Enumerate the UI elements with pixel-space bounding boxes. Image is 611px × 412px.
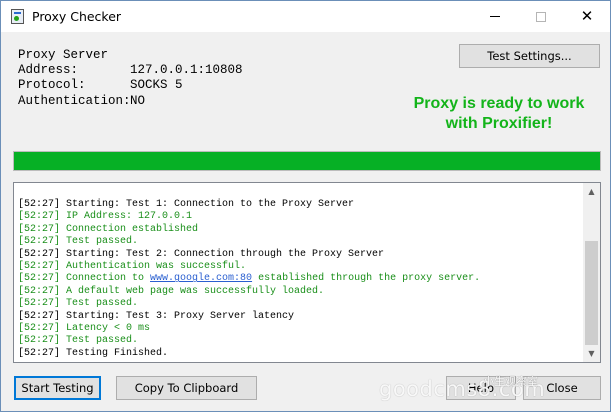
scroll-up-icon[interactable]: ▲ xyxy=(583,183,600,200)
address-label: Address: xyxy=(18,63,79,78)
status-message: Proxy is ready to work with Proxifier! xyxy=(399,94,599,134)
authentication-value: NO xyxy=(130,93,146,108)
status-line-2: with Proxifier! xyxy=(445,115,553,132)
log-line: [52:27] Latency < 0 ms xyxy=(18,323,578,335)
protocol-value: SOCKS 5 xyxy=(130,78,183,93)
status-line-1: Proxy is ready to work xyxy=(413,95,585,112)
vertical-scrollbar[interactable]: ▲ ▼ xyxy=(583,183,600,362)
progress-fill xyxy=(14,152,600,170)
log-text: [52:27] Starting: Test 1: Connection to … xyxy=(18,199,355,210)
authentication-row: Authentication: NO xyxy=(18,94,243,109)
log-text: [52:27] Latency < 0 ms xyxy=(18,322,151,334)
log-text: [52:27] Test passed. xyxy=(18,298,139,310)
log-line: [52:27] Testing Finished. xyxy=(18,348,578,360)
log-text: [52:27] Connection established xyxy=(18,223,199,235)
log-text: [52:27] A default web page was successfu… xyxy=(18,285,325,297)
start-testing-button[interactable]: Start Testing xyxy=(14,376,101,400)
log-line: [52:27] Test passed. xyxy=(18,298,578,310)
log-line: [52:27] Authentication was successful. xyxy=(18,261,578,273)
window-close-button[interactable]: ✕ xyxy=(564,1,610,32)
scroll-thumb[interactable] xyxy=(585,241,598,345)
log-line: [52:27] A default web page was successfu… xyxy=(18,286,578,298)
app-icon xyxy=(11,9,24,24)
log-text: [52:27] Testing Finished. xyxy=(18,347,169,359)
title-bar: Proxy Checker ✕ xyxy=(1,1,610,32)
log-text: [52:27] Authentication was successful. xyxy=(18,260,247,272)
log-line: [52:27] Test passed. xyxy=(18,335,578,347)
log-text: [52:27] Test passed. xyxy=(18,236,139,248)
log-panel[interactable]: [52:27] Starting: Test 1: Connection to … xyxy=(13,182,601,363)
log-line: [52:27] IP Address: 127.0.0.1 xyxy=(18,211,578,223)
maximize-button xyxy=(518,1,564,32)
log-lines: [52:27] Starting: Test 1: Connection to … xyxy=(18,199,578,360)
log-text-suffix: established through the proxy server. xyxy=(252,273,481,285)
minimize-button[interactable] xyxy=(472,1,518,32)
log-text: [52:27] Test passed. xyxy=(18,335,139,347)
window-title: Proxy Checker xyxy=(32,9,122,24)
log-text: [52:27] Starting: Test 2: Connection thr… xyxy=(18,248,385,260)
maximize-icon xyxy=(536,11,546,22)
authentication-label: Authentication: xyxy=(18,93,131,108)
close-icon: ✕ xyxy=(580,7,594,25)
log-line: [52:27] Starting: Test 1: Connection to … xyxy=(18,199,578,211)
address-value: 127.0.0.1:10808 xyxy=(130,63,243,78)
log-line: [52:27] Test passed. xyxy=(18,236,578,248)
log-line: [52:27] Starting: Test 2: Connection thr… xyxy=(18,249,578,261)
log-text: [52:27] Connection to xyxy=(18,273,151,285)
log-line: [52:27] Connection to www.google.com:80 … xyxy=(18,273,578,285)
log-link[interactable]: www.google.com:80 xyxy=(150,273,252,284)
protocol-row: Protocol: SOCKS 5 xyxy=(18,78,243,93)
progress-bar xyxy=(13,151,601,171)
minimize-icon xyxy=(490,16,500,17)
protocol-label: Protocol: xyxy=(18,78,86,93)
proxy-info-header: Proxy Server xyxy=(18,48,243,63)
log-line: [52:27] Starting: Test 3: Proxy Server l… xyxy=(18,311,578,323)
log-line: [52:27] Connection established xyxy=(18,224,578,236)
log-text: [52:27] Starting: Test 3: Proxy Server l… xyxy=(18,310,295,322)
copy-to-clipboard-button[interactable]: Copy To Clipboard xyxy=(116,376,257,400)
proxy-checker-window: Proxy Checker ✕ Proxy Server Address: 12… xyxy=(0,0,611,412)
watermark-sub: 小生观察室 xyxy=(483,375,538,388)
address-row: Address: 127.0.0.1:10808 xyxy=(18,63,243,78)
proxy-server-heading: Proxy Server xyxy=(18,48,109,62)
scroll-down-icon[interactable]: ▼ xyxy=(583,345,600,362)
test-settings-button[interactable]: Test Settings... xyxy=(459,44,600,68)
proxy-info: Proxy Server Address: 127.0.0.1:10808 Pr… xyxy=(18,48,243,109)
log-text: [52:27] IP Address: 127.0.0.1 xyxy=(18,211,193,223)
